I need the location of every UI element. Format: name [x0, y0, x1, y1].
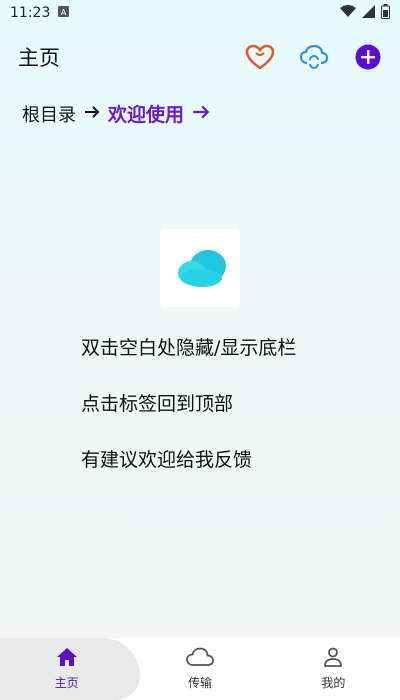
status-left: 11:23 A [10, 5, 70, 21]
app-bar: 主页 [0, 38, 400, 76]
svg-text:A: A [61, 8, 67, 17]
wifi-icon [340, 4, 356, 22]
nav-label: 传输 [187, 676, 212, 690]
tip-item: 点击标签回到顶部 [81, 393, 234, 415]
status-right [340, 3, 390, 23]
nav-label: 主页 [54, 676, 79, 690]
page-title: 主页 [18, 46, 60, 70]
breadcrumb-root[interactable]: 根目录 [22, 101, 76, 127]
nav-label: 我的 [321, 676, 346, 690]
a-icon: A [58, 5, 70, 21]
status-bar: 11:23 A [0, 0, 400, 26]
breadcrumb: 根目录 欢迎使用 [22, 100, 210, 127]
cloud-sync-icon[interactable] [298, 41, 330, 73]
nav-item-transfer[interactable]: 传输 [133, 638, 266, 700]
tip-item: 双击空白处隐藏/显示底栏 [81, 337, 297, 359]
breadcrumb-current[interactable]: 欢迎使用 [108, 100, 184, 127]
header-actions [244, 41, 384, 73]
add-icon[interactable] [352, 41, 384, 73]
arrow-right-icon [84, 104, 100, 124]
signal-icon [362, 4, 375, 22]
nav-item-home[interactable]: 主页 [0, 638, 133, 700]
arrow-right-icon [192, 103, 210, 125]
cloud-logo-icon [178, 250, 226, 287]
status-time: 11:23 [10, 5, 51, 21]
home-icon [56, 647, 78, 670]
heart-icon[interactable] [244, 41, 276, 73]
battery-icon [381, 3, 390, 23]
cloud-icon [186, 647, 214, 670]
tips-list: 双击空白处隐藏/显示底栏 点击标签回到顶部 有建议欢迎给我反馈 [81, 334, 296, 502]
person-icon [323, 647, 343, 670]
nav-item-profile[interactable]: 我的 [267, 638, 400, 700]
bottom-nav: 主页 传输 我的 [0, 638, 400, 700]
app-logo [160, 229, 240, 307]
tip-item: 有建议欢迎给我反馈 [81, 449, 253, 471]
